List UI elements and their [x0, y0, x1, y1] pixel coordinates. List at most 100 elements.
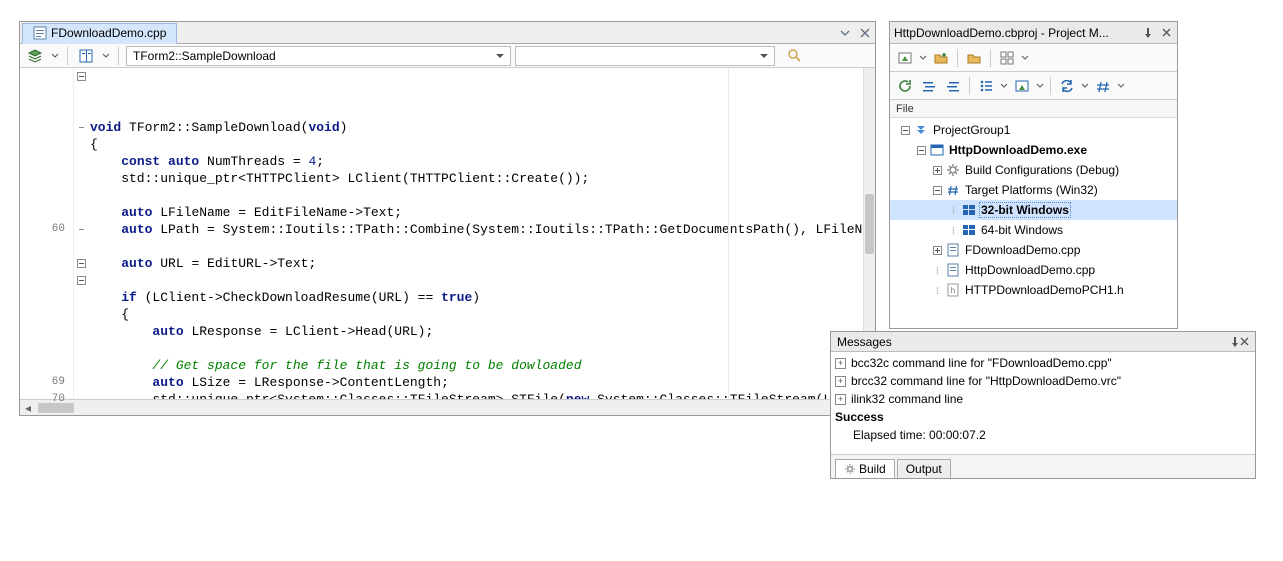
messages-list[interactable]: +bcc32c command line for "FDownloadDemo.…	[831, 352, 1255, 454]
expand-twisty-icon[interactable]	[931, 244, 943, 256]
configurations-dropdown[interactable]	[1020, 54, 1030, 62]
message-row[interactable]: Success	[835, 408, 1251, 426]
pin-button[interactable]	[1230, 337, 1240, 347]
messages-tab-build[interactable]: Build	[835, 459, 895, 478]
expand-message-button[interactable]: +	[835, 358, 846, 369]
tab-label: Build	[859, 462, 886, 476]
platforms-button[interactable]	[1092, 75, 1114, 97]
gear-icon	[946, 163, 960, 177]
project-tree-column-header[interactable]: File	[890, 100, 1177, 118]
messages-tab-output[interactable]: Output	[897, 459, 951, 478]
editor-fold-column[interactable]	[74, 68, 88, 399]
fold-mark[interactable]	[74, 255, 88, 272]
collapse-all-button[interactable]	[918, 75, 940, 97]
toolbar-pretty-print-dropdown[interactable]	[101, 52, 111, 60]
expand-message-button[interactable]: +	[835, 394, 846, 405]
pin-button[interactable]	[1141, 26, 1155, 40]
add-project-button[interactable]	[930, 47, 952, 69]
open-folder-button[interactable]	[963, 47, 985, 69]
messages-tabbar: Build Output	[831, 454, 1255, 478]
message-row[interactable]: Elapsed time: 00:00:07.2	[835, 426, 1251, 444]
editor-margin-rule	[728, 68, 729, 399]
platforms-dropdown[interactable]	[1116, 82, 1126, 90]
tree-row[interactable]: hHTTPDownloadDemoPCH1.h	[890, 280, 1177, 300]
editor-horizontal-scrollbar[interactable]: ◂ ▸	[20, 399, 875, 415]
tree-row[interactable]: HttpDownloadDemo.cpp	[890, 260, 1177, 280]
line-number	[20, 357, 65, 374]
expand-twisty-icon[interactable]	[931, 164, 943, 176]
toolbar-separator	[969, 77, 970, 95]
folder-icon	[966, 50, 982, 66]
toolbar-separator	[67, 47, 68, 65]
configurations-button[interactable]	[996, 47, 1018, 69]
line-number	[20, 323, 65, 340]
toolbar-class-browser-dropdown[interactable]	[50, 52, 60, 60]
scrollbar-track[interactable]	[36, 403, 859, 413]
tree-row[interactable]: FDownloadDemo.cpp	[890, 240, 1177, 260]
code-line	[88, 272, 863, 289]
chevron-down-icon	[1117, 82, 1125, 90]
project-toolbar-2	[890, 72, 1177, 100]
expand-message-button[interactable]: +	[835, 376, 846, 387]
win-icon	[962, 203, 976, 217]
collapse-twisty-icon[interactable]	[915, 144, 927, 156]
tree-item-label: Build Configurations (Debug)	[963, 162, 1121, 178]
sync-dropdown[interactable]	[1080, 82, 1090, 90]
line-number	[20, 68, 65, 85]
view-options-button[interactable]	[1011, 75, 1033, 97]
toolbar-search-button[interactable]	[785, 47, 803, 65]
activate-project-button[interactable]	[894, 47, 916, 69]
sort-by-button[interactable]	[975, 75, 997, 97]
message-row[interactable]: +bcc32c command line for "FDownloadDemo.…	[835, 354, 1251, 372]
fold-mark[interactable]	[74, 272, 88, 289]
tree-row[interactable]: 64-bit Windows	[890, 220, 1177, 240]
fold-mark	[74, 136, 88, 153]
method-selector-combo[interactable]	[515, 46, 775, 66]
code-line: {	[88, 306, 863, 323]
tab-menu-button[interactable]	[837, 25, 853, 41]
fold-mark	[74, 323, 88, 340]
tree-row[interactable]: HttpDownloadDemo.exe	[890, 140, 1177, 160]
fold-mark	[74, 306, 88, 323]
scrollbar-thumb[interactable]	[865, 194, 874, 254]
refresh-button[interactable]	[894, 75, 916, 97]
scrollbar-thumb[interactable]	[38, 403, 74, 413]
collapse-twisty-icon[interactable]	[931, 184, 943, 196]
expand-all-button[interactable]	[942, 75, 964, 97]
message-row[interactable]: +ilink32 command line	[835, 390, 1251, 408]
project-manager-titlebar: HttpDownloadDemo.cbproj - Project M...	[890, 22, 1177, 44]
tree-row[interactable]: Build Configurations (Debug)	[890, 160, 1177, 180]
tab-close-button[interactable]	[857, 25, 873, 41]
code-area[interactable]: void TForm2::SampleDownload(void){ const…	[88, 68, 863, 399]
editor-tab-active[interactable]: FDownloadDemo.cpp	[22, 23, 177, 44]
tree-row[interactable]: ProjectGroup1	[890, 120, 1177, 140]
exe-icon	[930, 143, 944, 157]
panel-close-button[interactable]	[1240, 337, 1249, 346]
code-line: auto LPath = System::Ioutils::TPath::Com…	[88, 221, 863, 238]
toolbar-separator	[1050, 77, 1051, 95]
message-row[interactable]: +brcc32 command line for "HttpDownloadDe…	[835, 372, 1251, 390]
chevron-down-icon	[1021, 54, 1029, 62]
sort-by-dropdown[interactable]	[999, 82, 1009, 90]
view-options-dropdown[interactable]	[1035, 82, 1045, 90]
activate-project-dropdown[interactable]	[918, 54, 928, 62]
platform-icon	[946, 183, 960, 197]
collapse-twisty-icon[interactable]	[899, 124, 911, 136]
panel-close-button[interactable]	[1159, 26, 1173, 40]
code-line: auto URL = EditURL->Text;	[88, 255, 863, 272]
tree-row[interactable]: Target Platforms (Win32)	[890, 180, 1177, 200]
line-number	[20, 255, 65, 272]
tree-connector-icon	[931, 284, 943, 296]
project-tree[interactable]: ProjectGroup1HttpDownloadDemo.exe Build C…	[890, 118, 1177, 328]
sync-button[interactable]	[1056, 75, 1078, 97]
close-icon	[1162, 28, 1171, 37]
class-selector-combo[interactable]: TForm2::SampleDownload	[126, 46, 511, 66]
toolbar-class-browser-button[interactable]	[24, 46, 46, 66]
line-number	[20, 119, 65, 136]
fold-mark	[74, 289, 88, 306]
tree-row[interactable]: 32-bit Windows	[890, 200, 1177, 220]
chevron-down-icon	[102, 52, 110, 60]
fold-mark[interactable]	[74, 68, 88, 85]
line-number	[20, 340, 65, 357]
toolbar-pretty-print-button[interactable]	[75, 46, 97, 66]
